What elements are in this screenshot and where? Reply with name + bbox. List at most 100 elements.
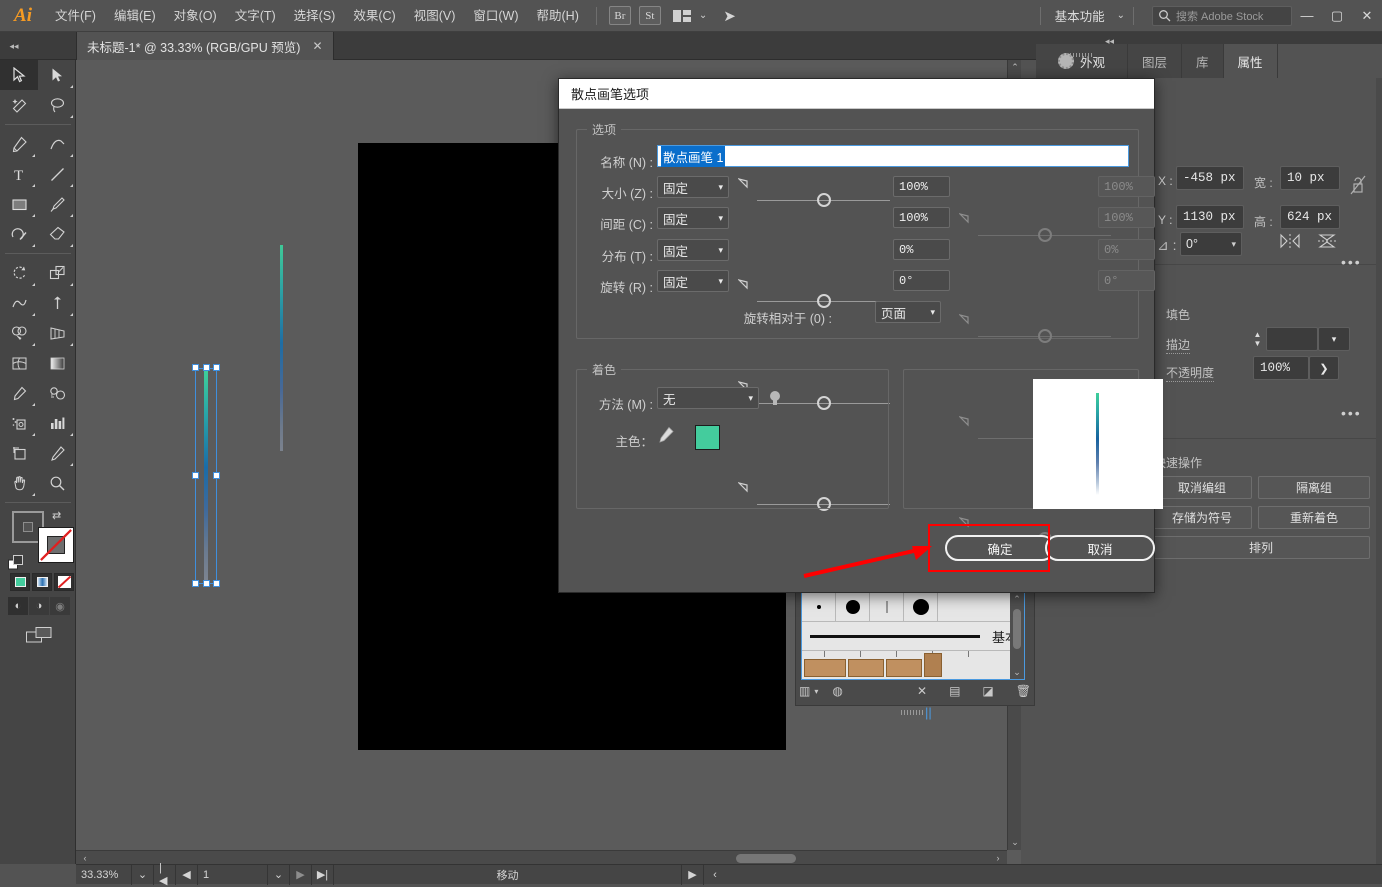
stroke-weight-stepper[interactable]: ▲ ▼ — [1251, 327, 1264, 351]
brush-item[interactable] — [904, 593, 938, 621]
brushes-scroll-down-icon[interactable]: ⌄ — [1010, 667, 1024, 678]
zoom-tool[interactable] — [38, 468, 76, 498]
panel-grip-icon[interactable] — [1070, 47, 1096, 57]
brush-item[interactable] — [870, 593, 904, 621]
next-artboard-icon[interactable]: ▶ — [290, 864, 312, 885]
last-artboard-icon[interactable]: ▶| — [312, 864, 334, 885]
arrange-button[interactable]: 排列 — [1152, 536, 1370, 559]
blend-tool[interactable] — [38, 378, 76, 408]
brush-row-pattern[interactable] — [802, 651, 1024, 679]
transform-width-field[interactable]: 10 px — [1280, 166, 1340, 190]
perspective-grid-tool[interactable] — [38, 318, 76, 348]
scroll-down-icon[interactable]: ⌄ — [1008, 837, 1021, 848]
options-of-object-icon[interactable]: ▤ — [949, 684, 960, 698]
scatter-value-field[interactable]: 0% — [893, 239, 950, 260]
brush-name-input[interactable]: 散点画笔 1 — [657, 145, 1129, 167]
size-value-field[interactable]: 100% — [893, 176, 950, 197]
selection-handle[interactable] — [213, 472, 220, 479]
selection-handle[interactable] — [203, 580, 210, 587]
brush-libraries-icon[interactable]: ▥ — [799, 684, 810, 698]
scatter-mode-select[interactable]: 固定 ▾ — [657, 239, 729, 261]
stroke-weight-field[interactable] — [1266, 327, 1318, 351]
tips-bulb-icon[interactable] — [767, 388, 783, 413]
shape-builder-tool[interactable] — [0, 318, 38, 348]
transform-x-field[interactable]: -458 px — [1176, 166, 1244, 190]
magic-wand-tool[interactable] — [0, 90, 38, 120]
rectangle-tool[interactable] — [0, 189, 38, 219]
curvature-tool[interactable] — [38, 129, 76, 159]
free-transform-tool[interactable] — [38, 288, 76, 318]
lasso-tool[interactable] — [38, 90, 76, 120]
artboard-tool[interactable] — [0, 438, 38, 468]
rotate-tool[interactable] — [0, 258, 38, 288]
color-mode-solid[interactable] — [10, 573, 30, 591]
panel-resize-handle[interactable]: || — [925, 705, 932, 720]
stroke-weight-dropdown[interactable]: ▾ — [1318, 327, 1350, 351]
new-brush-icon[interactable]: ◪ — [982, 684, 993, 698]
scroll-up-icon[interactable]: ⌃ — [1008, 62, 1021, 73]
close-button[interactable]: ✕ — [1352, 0, 1382, 32]
brush-row-calligraphic[interactable] — [802, 593, 1024, 622]
selection-handle[interactable] — [192, 364, 199, 371]
fill-swatch[interactable] — [38, 527, 74, 563]
status-play-icon[interactable]: ▶ — [682, 864, 704, 885]
swap-fill-stroke-icon[interactable]: ⇄ — [52, 509, 61, 522]
flip-horizontal-icon[interactable] — [1279, 233, 1301, 252]
rotation-value-field[interactable]: 0° — [893, 270, 950, 291]
scroll-left-icon[interactable]: ‹ — [78, 853, 92, 863]
opacity-options-button[interactable]: ❯ — [1309, 356, 1339, 380]
flip-vertical-icon[interactable] — [1317, 233, 1337, 252]
chevron-down-icon[interactable]: ▾ — [748, 393, 753, 404]
column-graph-tool[interactable] — [38, 408, 76, 438]
prev-artboard-icon[interactable]: ◀ — [176, 864, 198, 885]
eyedropper-tool[interactable] — [0, 378, 38, 408]
first-artboard-icon[interactable]: |◀ — [154, 862, 176, 887]
search-input[interactable]: 搜索 Adobe Stock — [1152, 5, 1292, 26]
remove-brush-stroke-icon[interactable]: ◍ — [832, 684, 842, 698]
brushes-panel[interactable]: 基本 ⌃ ⌄ ▥ ▾ ◍ ✕ ▤ ◪ 🗑 — [795, 588, 1035, 715]
color-mode-none[interactable] — [54, 573, 74, 591]
maximize-button[interactable]: ▢ — [1322, 0, 1352, 32]
size-slider[interactable] — [757, 190, 890, 211]
scroll-right-icon[interactable]: › — [991, 853, 1005, 863]
menu-select[interactable]: 选择(S) — [285, 0, 345, 32]
appearance-panel-tab[interactable]: 外观 — [1036, 44, 1128, 78]
cancel-button[interactable]: 取消 — [1045, 535, 1155, 561]
screen-mode-icon[interactable] — [26, 627, 52, 646]
canvas-horizontal-scrollbar[interactable]: ‹ › — [76, 850, 1007, 864]
tab-layers[interactable]: 图层 — [1128, 44, 1183, 78]
key-color-swatch[interactable] — [695, 425, 720, 450]
symbol-sprayer-tool[interactable] — [0, 408, 38, 438]
size-mode-select[interactable]: 固定 ▾ — [657, 176, 729, 198]
chevron-down-icon[interactable]: ▾ — [1332, 334, 1337, 345]
pen-tool[interactable] — [0, 129, 38, 159]
selection-handle[interactable] — [213, 364, 220, 371]
workspace-selector[interactable]: 基本功能 — [1049, 6, 1111, 25]
share-plane-icon[interactable]: ➤ — [723, 7, 736, 25]
brushes-list[interactable]: 基本 ⌃ ⌄ — [801, 592, 1025, 680]
pencil-tool[interactable] — [0, 219, 38, 249]
menu-window[interactable]: 窗口(W) — [464, 0, 527, 32]
spacing-value-field[interactable]: 100% — [893, 207, 950, 228]
draw-behind-icon[interactable]: ◑ — [29, 597, 49, 615]
transform-height-field[interactable]: 624 px — [1280, 205, 1340, 229]
arrange-documents-icon[interactable] — [672, 8, 693, 24]
status-menu-icon[interactable]: ‹ — [704, 865, 726, 885]
tab-libraries[interactable]: 库 — [1182, 44, 1224, 78]
collapse-left-icon[interactable]: ◂◂ — [4, 32, 24, 60]
hand-tool[interactable] — [0, 468, 38, 498]
save-as-symbol-button[interactable]: 存储为符号 — [1152, 506, 1252, 529]
direct-selection-tool[interactable] — [38, 60, 76, 90]
selection-handle[interactable] — [203, 364, 210, 371]
selected-artwork[interactable] — [192, 364, 220, 587]
menu-type[interactable]: 文字(T) — [226, 0, 285, 32]
color-mode-gradient[interactable] — [32, 573, 52, 591]
spacing-mode-select[interactable]: 固定 ▾ — [657, 207, 729, 229]
slice-tool[interactable] — [38, 438, 76, 468]
brush-row-basic[interactable]: 基本 — [802, 622, 1024, 651]
isolate-group-button[interactable]: 隔离组 — [1258, 476, 1370, 499]
recolor-button[interactable]: 重新着色 — [1258, 506, 1370, 529]
brush-libraries-chevron-icon[interactable]: ▾ — [814, 687, 818, 696]
document-tab-close-icon[interactable]: ✕ — [312, 39, 322, 53]
width-tool[interactable] — [0, 288, 38, 318]
